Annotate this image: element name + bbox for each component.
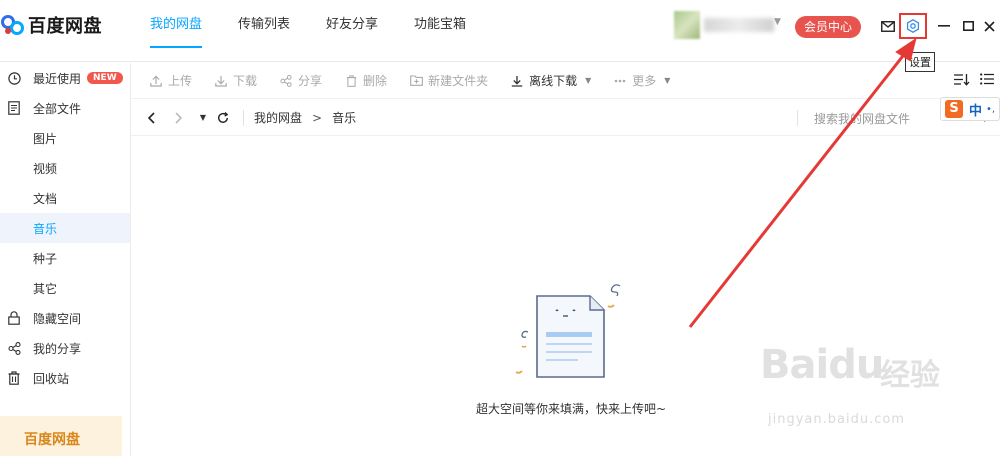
share-icon (7, 341, 21, 355)
trash-icon (344, 74, 358, 88)
tab-transfer-list[interactable]: 传输列表 (238, 0, 290, 62)
close-icon[interactable] (978, 15, 1000, 37)
promo-banner[interactable]: 百度网盘 (0, 416, 122, 456)
refresh-icon[interactable] (215, 110, 231, 126)
watermark-brand-cn: 经验 (880, 358, 940, 393)
caret-down-icon: ▼ (664, 76, 671, 85)
vip-center-button[interactable]: 会员中心 (795, 16, 861, 38)
offline-download-button[interactable]: 离线下载 ▼ (510, 72, 591, 89)
upload-button[interactable]: 上传 (149, 72, 192, 89)
tab-my-drive[interactable]: 我的网盘 (150, 0, 203, 62)
more-button[interactable]: 更多 ▼ (613, 72, 670, 89)
minimize-icon[interactable] (933, 15, 955, 37)
breadcrumb-current: 音乐 (332, 111, 357, 125)
ime-toolbar[interactable]: S 中 •, (940, 97, 1000, 121)
sidebar-item-label: 回收站 (33, 371, 70, 386)
watermark-url: jingyan.baidu.com (768, 412, 905, 427)
back-icon[interactable] (143, 110, 159, 126)
chevron-down-icon[interactable]: ▼ (774, 17, 781, 27)
share-label: 分享 (298, 74, 323, 88)
empty-state-message: 超大空间等你来填满，快来上传吧~ (475, 402, 667, 416)
download-icon (510, 74, 524, 88)
mail-icon[interactable] (877, 15, 899, 37)
upload-icon (149, 74, 163, 88)
sort-icon[interactable] (954, 73, 970, 89)
upload-label: 上传 (168, 74, 193, 88)
sidebar-item-recent[interactable]: 最近使用 NEW (0, 63, 130, 93)
sidebar-item-videos[interactable]: 视频 (0, 153, 130, 183)
app-logo[interactable]: 百度网盘 (0, 10, 102, 40)
sidebar-item-images[interactable]: 图片 (0, 123, 130, 153)
breadcrumb-root[interactable]: 我的网盘 (254, 109, 302, 126)
trash-icon (7, 371, 21, 385)
view-controls (954, 73, 994, 89)
more-label: 更多 (632, 74, 657, 88)
sogou-ime-logo-icon: S (945, 100, 963, 118)
watermark-brand: Baidu (760, 342, 884, 388)
baidu-cloud-logo-icon (0, 12, 26, 38)
punctuation-icon[interactable]: •, (986, 104, 995, 115)
download-icon (214, 74, 228, 88)
download-label: 下载 (233, 74, 258, 88)
sidebar: 最近使用 NEW 全部文件 图片 视频 文档 音乐 种子 其它 隐藏空间 我的分… (0, 63, 131, 456)
new-badge: NEW (87, 72, 123, 84)
breadcrumb-bar: ▼ 我的网盘 > 音乐 搜索我的网盘文件 (131, 100, 1000, 136)
sidebar-item-label: 隐藏空间 (33, 311, 82, 326)
lock-icon (7, 311, 21, 325)
sidebar-item-torrents[interactable]: 种子 (0, 243, 130, 273)
tab-friend-share[interactable]: 好友分享 (326, 0, 378, 62)
sidebar-item-label: 我的分享 (33, 341, 82, 356)
top-bar: 百度网盘 我的网盘 传输列表 好友分享 功能宝箱 ▼ 会员中心 设置 (0, 0, 1000, 72)
download-button[interactable]: 下载 (214, 72, 257, 89)
ime-mode[interactable]: 中 (969, 100, 982, 119)
app-title: 百度网盘 (28, 16, 102, 37)
sidebar-item-label: 最近使用 (33, 71, 82, 86)
sidebar-item-hidden-space[interactable]: 隐藏空间 (0, 303, 130, 333)
baidu-jingyan-watermark: Baidu 经验 jingyan.baidu.com (760, 342, 980, 442)
new-folder-label: 新建文件夹 (428, 74, 489, 88)
offline-download-label: 离线下载 (529, 74, 578, 88)
sidebar-item-others[interactable]: 其它 (0, 273, 130, 303)
breadcrumb: 我的网盘 > 音乐 (243, 109, 357, 126)
delete-label: 删除 (363, 74, 388, 88)
more-dots-icon (613, 74, 627, 88)
share-button[interactable]: 分享 (279, 72, 322, 89)
new-folder-icon (409, 74, 423, 88)
tab-toolbox[interactable]: 功能宝箱 (414, 0, 466, 62)
forward-icon[interactable] (171, 110, 187, 126)
history-dropdown-icon[interactable]: ▼ (195, 110, 211, 126)
document-icon (7, 101, 21, 115)
file-toolbar: 上传 下载 分享 删除 新建文件夹 离线下载 ▼ 更多 ▼ (131, 63, 1000, 99)
breadcrumb-separator: > (312, 110, 323, 125)
sidebar-item-all-files[interactable]: 全部文件 (0, 93, 130, 123)
empty-folder-illustration (510, 280, 630, 390)
settings-tooltip: 设置 (905, 52, 935, 72)
settings-gear-icon[interactable] (899, 13, 927, 39)
promo-title: 百度网盘 (24, 432, 80, 448)
sidebar-item-label: 全部文件 (33, 101, 82, 116)
sidebar-item-documents[interactable]: 文档 (0, 183, 130, 213)
main-nav: 我的网盘 传输列表 好友分享 功能宝箱 (150, 0, 502, 62)
clock-icon (7, 71, 21, 85)
caret-down-icon: ▼ (585, 76, 592, 85)
user-name-blurred[interactable] (704, 18, 774, 32)
share-icon (279, 74, 293, 88)
avatar[interactable] (674, 11, 700, 39)
new-folder-button[interactable]: 新建文件夹 (409, 72, 488, 89)
list-view-icon[interactable] (980, 73, 994, 89)
sidebar-item-recycle-bin[interactable]: 回收站 (0, 363, 130, 393)
delete-button[interactable]: 删除 (344, 72, 387, 89)
sidebar-item-music[interactable]: 音乐 (0, 213, 130, 243)
maximize-icon[interactable] (957, 15, 979, 37)
sidebar-item-my-share[interactable]: 我的分享 (0, 333, 130, 363)
